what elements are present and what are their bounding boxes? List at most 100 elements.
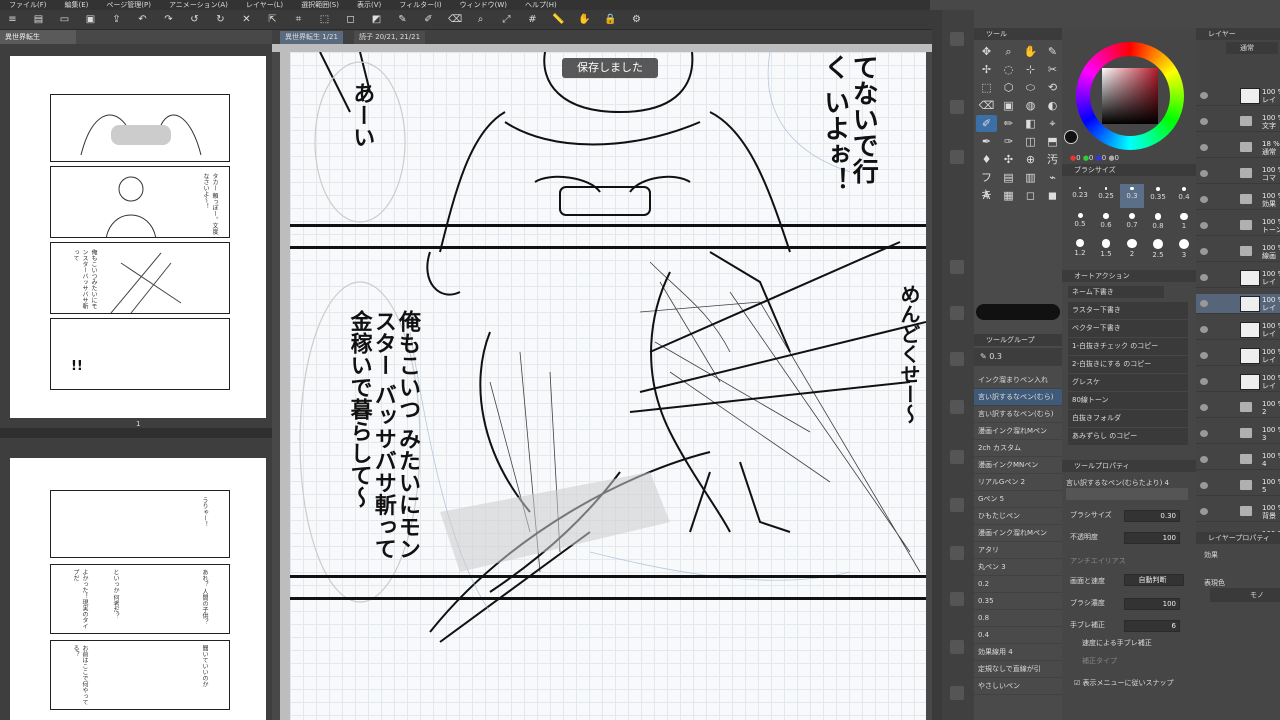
hand-icon[interactable]: ✋ [578,13,591,26]
tool-button[interactable]: ✢ [976,61,997,78]
brush-size-option[interactable]: 1.5 [1094,236,1118,260]
tool-icon[interactable] [950,450,964,464]
tool-button[interactable]: ✏ [998,115,1019,132]
action-set-select[interactable]: ネーム下書き [1068,286,1164,298]
eye-icon[interactable] [1200,92,1208,99]
doc-tab[interactable]: 読子 20/21, 21/21 [354,31,426,44]
brush-icon[interactable]: ✐ [422,13,435,26]
eye-icon[interactable] [1200,170,1208,177]
transform-icon[interactable]: ⇱ [266,13,279,26]
tool-button[interactable]: ◍ [1020,97,1041,114]
layer-row[interactable]: 100 %5 [1196,476,1280,496]
tool-icon[interactable] [950,498,964,512]
menu-icon[interactable]: ≡ [6,13,19,26]
layer-row[interactable]: 100 %コマ [1196,164,1280,184]
subtool-item[interactable]: 漫画インク溜れMペン [974,423,1062,440]
menu-item[interactable]: アニメーション(A) [169,0,228,10]
auto-action-item[interactable]: 1-白抜きチェック のコピー [1068,338,1188,355]
eye-icon[interactable] [1200,456,1208,463]
layer-row[interactable]: 100 %3 [1196,424,1280,444]
zoom-icon[interactable]: ⌕ [474,13,487,26]
brush-size-option[interactable]: 0.35 [1146,184,1170,208]
subtool-item[interactable]: 漫画インクMNペン [974,457,1062,474]
layer-row[interactable]: 100 %レイ [1196,346,1280,366]
eye-icon[interactable] [1200,274,1208,281]
tool-icon[interactable] [950,686,964,700]
brush-size-option[interactable]: 1 [1172,210,1196,234]
tool-button[interactable]: ⊹ [1020,61,1041,78]
tool-button[interactable]: ✣ [998,151,1019,168]
clear-icon[interactable]: ✕ [240,13,253,26]
page-thumbnail-1[interactable]: タカー 頼っぽー。文度なさいよ〜！ 俺もこいつみたいにモンスターバッサバサ斬って… [10,56,266,428]
subtool-item[interactable]: 0.4 [974,627,1062,644]
brush-size-option[interactable]: 0.25 [1094,184,1118,208]
layer-row[interactable]: 100 %背景 [1196,502,1280,522]
crop-icon[interactable]: ⌗ [292,13,305,26]
auto-action-item[interactable]: 80線トーン [1068,392,1188,409]
save-icon[interactable]: ▣ [84,13,97,26]
grid-icon[interactable]: # [526,13,539,26]
new-file-icon[interactable]: ▤ [32,13,45,26]
eye-icon[interactable] [1200,222,1208,229]
subtool-item[interactable]: リアルGペン 2 [974,474,1062,491]
menu-item[interactable]: 編集(E) [65,0,89,10]
tool-icon[interactable] [950,640,964,654]
tool-button[interactable]: ⬒ [1042,133,1063,150]
auto-action-item[interactable]: ラスター下書き [1068,302,1188,319]
eye-icon[interactable] [1200,482,1208,489]
subtool-item[interactable]: 言い訳するなペン(むら) [974,406,1062,423]
settings-icon[interactable]: ⚙ [630,13,643,26]
subtool-item[interactable]: 漫画インク溜れMペン [974,525,1062,542]
main-color-swatch[interactable] [976,304,1060,320]
auto-action-item[interactable]: 白抜きフォルダ [1068,410,1188,427]
redo-icon[interactable]: ↷ [162,13,175,26]
rotate-left-icon[interactable]: ↺ [188,13,201,26]
eye-icon[interactable] [1200,300,1208,307]
menu-item[interactable]: ページ管理(P) [106,0,151,10]
subtool-item[interactable]: インク溜まりペン入れ [974,372,1062,389]
invert-icon[interactable]: ◩ [370,13,383,26]
tool-button[interactable]: ◧ [1020,115,1041,132]
auto-action-item[interactable]: 2-白抜きにする のコピー [1068,356,1188,373]
subtool-item[interactable]: 言い訳するなペン(むら) [974,389,1062,406]
auto-action-item[interactable]: あみずらし のコピー [1068,428,1188,445]
tool-button[interactable]: ◼ [1042,187,1063,204]
subtool-item[interactable]: 2ch カスタム [974,440,1062,457]
eye-icon[interactable] [1200,196,1208,203]
brush-size-option[interactable]: 0.4 [1172,184,1196,208]
layer-row[interactable]: 100 %レイ [1196,86,1280,106]
opacity-field[interactable]: 100 [1124,532,1180,544]
subtool-item[interactable]: やさしいペン [974,678,1062,695]
auto-action-item[interactable]: ベクター下書き [1068,320,1188,337]
menu-item[interactable]: ヘルプ(H) [525,0,557,10]
tool-button[interactable]: ♦ [976,151,997,168]
subtool-item[interactable]: 丸ペン 3 [974,559,1062,576]
undo-icon[interactable]: ↶ [136,13,149,26]
tool-button[interactable]: ✎ [1042,43,1063,60]
brush-size-option[interactable]: 0.7 [1120,210,1144,234]
tool-button[interactable]: ▤ [998,169,1019,186]
tool-icon[interactable] [950,352,964,366]
brush-size-option[interactable]: 3 [1172,236,1196,260]
tool-button[interactable]: ▣ [998,97,1019,114]
stabilization-field[interactable]: 6 [1124,620,1180,632]
menu-item[interactable]: 選択範囲(S) [301,0,339,10]
menu-item[interactable]: レイヤー(L) [246,0,283,10]
eye-icon[interactable] [1200,404,1208,411]
size-field[interactable]: 0.30 [1124,510,1180,522]
speed-select[interactable]: 自動判断 [1124,574,1184,586]
tool-button[interactable]: ▥ [1020,169,1041,186]
eye-icon[interactable] [1200,144,1208,151]
brush-size-option[interactable]: 0.6 [1094,210,1118,234]
tool-button[interactable]: フキ [976,169,997,201]
subtool-item[interactable]: 0.8 [974,610,1062,627]
tool-button[interactable]: ⌁ [1042,169,1063,186]
layer-row[interactable]: 100 %文字 [1196,112,1280,132]
tool-button[interactable]: ⬭ [1020,79,1041,96]
tool-button[interactable]: ✋ [1020,43,1041,60]
tool-button[interactable]: ◫ [1020,133,1041,150]
brush-size-option[interactable]: 1.2 [1068,236,1092,260]
layer-row[interactable]: 18 % 通常 [1196,138,1280,158]
tool-button[interactable]: ⬚ [976,79,997,96]
layer-row[interactable]: 100 %効果 [1196,190,1280,210]
